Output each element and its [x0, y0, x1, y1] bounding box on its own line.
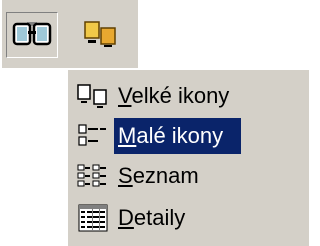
small-icons-icon	[72, 116, 114, 156]
mnemonic-letter: M	[118, 123, 137, 148]
mnemonic-letter: V	[118, 83, 132, 108]
view-dropdown-menu: Velké ikony Malé ikony Seznam Detaily	[66, 68, 309, 246]
mnemonic-letter: S	[118, 163, 133, 188]
selection-highlight: Malé ikony	[114, 118, 242, 154]
views-button[interactable]	[6, 12, 58, 58]
menu-item-large-icons[interactable]: Velké ikony	[72, 76, 307, 116]
view-glasses-icon	[12, 18, 52, 53]
large-icons-toolbar-button[interactable]	[74, 12, 126, 58]
menu-item-label: etaily	[133, 205, 186, 230]
toolbar	[2, 0, 138, 68]
menu-item-label: elké ikony	[131, 83, 230, 108]
menu-item-label: eznam	[132, 163, 199, 188]
details-icon	[72, 198, 114, 238]
mnemonic-letter: D	[118, 205, 134, 230]
large-icons-icon	[72, 76, 114, 116]
menu-item-details[interactable]: Detaily	[72, 198, 307, 238]
large-icons-icon	[82, 18, 118, 53]
menu-item-list[interactable]: Seznam	[72, 156, 307, 196]
list-icon	[72, 156, 114, 196]
menu-item-label: alé ikony	[136, 123, 224, 148]
menu-item-small-icons[interactable]: Malé ikony	[72, 116, 307, 156]
